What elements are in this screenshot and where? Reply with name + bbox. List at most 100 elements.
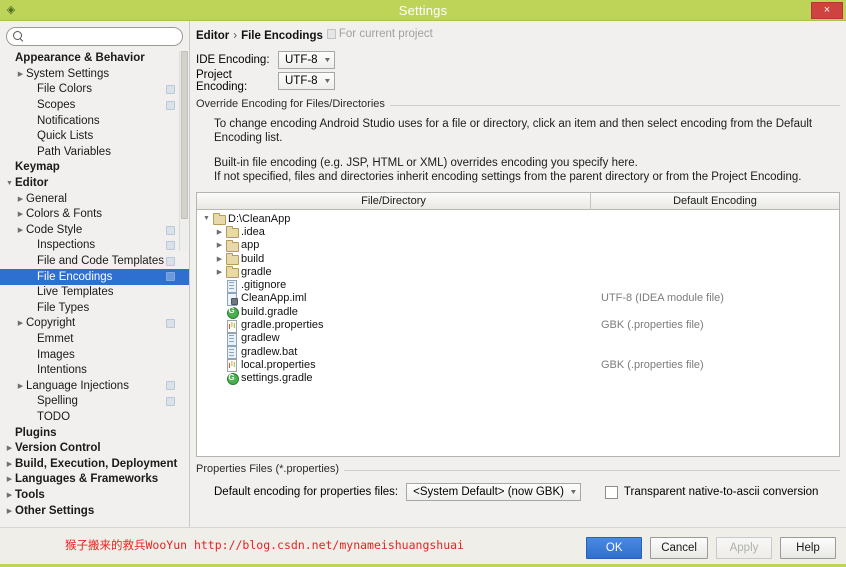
table-row[interactable]: .gitignore <box>197 278 839 293</box>
cell-file-directory[interactable]: gradlew <box>197 332 591 346</box>
table-row[interactable]: ▶ gradle <box>197 265 839 279</box>
cell-file-directory[interactable]: local.properties <box>197 358 591 373</box>
table-row[interactable]: settings.gradle <box>197 372 839 386</box>
sidebar-item-build-execution-deployment[interactable]: ▶ Build, Execution, Deployment <box>0 456 189 472</box>
sidebar-item-label: General <box>26 192 67 205</box>
settings-dialog: ◈ Settings × Appearance & Behavior ▶ Syste… <box>0 0 846 567</box>
sidebar-item-language-injections[interactable]: ▶ Language Injections <box>0 378 189 394</box>
ok-button[interactable]: OK <box>586 536 643 559</box>
chevron-right-icon[interactable]: ▶ <box>15 192 26 207</box>
sidebar-item-system-settings[interactable]: ▶ System Settings <box>0 67 189 83</box>
sidebar-item-other-settings[interactable]: ▶ Other Settings <box>0 503 189 519</box>
chevron-right-icon[interactable]: ▶ <box>4 457 15 472</box>
cell-file-directory[interactable]: gradlew.bat <box>197 346 591 360</box>
table-row[interactable]: CleanApp.iml UTF-8 (IDEA module file) <box>197 292 839 306</box>
cell-file-directory[interactable]: ▶ build <box>197 252 591 266</box>
checkbox-box[interactable] <box>604 485 618 499</box>
sidebar-item-notifications[interactable]: Notifications <box>0 113 189 129</box>
close-icon[interactable]: × <box>811 2 843 19</box>
sidebar-item-images[interactable]: Images <box>0 347 189 363</box>
sidebar-item-path-variables[interactable]: Path Variables <box>0 145 189 161</box>
table-row[interactable]: gradlew <box>197 332 839 346</box>
sidebar-item-todo[interactable]: TODO <box>0 410 189 426</box>
cell-file-directory[interactable]: build.gradle <box>197 305 591 319</box>
search-box[interactable] <box>6 27 183 46</box>
table-row[interactable]: ▶ .idea <box>197 225 839 239</box>
cell-file-directory[interactable]: ▶ app <box>197 239 591 252</box>
sidebar-item-label: Language Injections <box>26 379 129 392</box>
column-header-default-encoding[interactable]: Default Encoding <box>591 193 839 209</box>
sidebar-item-live-templates[interactable]: Live Templates <box>0 285 189 301</box>
chevron-right-icon[interactable]: ▶ <box>214 228 225 236</box>
chevron-right-icon[interactable]: ▶ <box>15 316 26 331</box>
cell-file-directory[interactable]: .gitignore <box>197 279 591 293</box>
cell-file-directory[interactable]: ▶ .idea <box>197 226 591 239</box>
sidebar-item-scopes[interactable]: Scopes <box>0 98 189 114</box>
cell-file-directory[interactable]: gradle.properties <box>197 319 591 333</box>
sidebar-item-colors-fonts[interactable]: ▶ Colors & Fonts <box>0 207 189 223</box>
chevron-right-icon[interactable]: ▶ <box>4 504 15 519</box>
cell-file-directory[interactable]: ▼ D:\CleanApp <box>197 213 591 226</box>
sidebar-item-plugins[interactable]: Plugins <box>0 425 189 441</box>
sidebar-item-quick-lists[interactable]: Quick Lists <box>0 129 189 145</box>
sidebar-item-emmet[interactable]: Emmet <box>0 332 189 348</box>
chevron-down-icon[interactable]: ▼ <box>4 176 15 191</box>
sidebar-item-inspections[interactable]: Inspections <box>0 238 189 254</box>
chevron-right-icon[interactable]: ▶ <box>214 255 225 263</box>
sidebar-item-file-encodings[interactable]: File Encodings <box>0 269 189 285</box>
table-row[interactable]: ▶ build <box>197 252 839 266</box>
chevron-right-icon[interactable]: ▶ <box>4 488 15 503</box>
table-row[interactable]: ▶ app <box>197 239 839 252</box>
sidebar-item-intentions[interactable]: Intentions <box>0 363 189 379</box>
sidebar-item-appearance-behavior[interactable]: Appearance & Behavior <box>0 51 189 67</box>
sidebar-item-languages-frameworks[interactable]: ▶ Languages & Frameworks <box>0 472 189 488</box>
chevron-right-icon[interactable]: ▶ <box>4 472 15 487</box>
sidebar-item-keymap[interactable]: Keymap <box>0 160 189 176</box>
chevron-right-icon[interactable]: ▶ <box>15 207 26 222</box>
sidebar-item-copyright[interactable]: ▶ Copyright <box>0 316 189 332</box>
sidebar-scrollbar-thumb[interactable] <box>181 51 188 219</box>
table-row[interactable]: local.properties GBK (.properties file) <box>197 358 839 373</box>
sidebar-item-file-colors[interactable]: File Colors <box>0 82 189 98</box>
sidebar-item-editor[interactable]: ▼ Editor <box>0 176 189 192</box>
sidebar-item-spelling[interactable]: Spelling <box>0 394 189 410</box>
sidebar-item-file-and-code-templates[interactable]: File and Code Templates <box>0 254 189 270</box>
table-row[interactable]: ▼ D:\CleanApp <box>197 212 839 226</box>
chevron-down-icon[interactable]: ▼ <box>201 215 212 222</box>
sidebar-item-version-control[interactable]: ▶ Version Control <box>0 441 189 457</box>
sidebar-item-code-style[interactable]: ▶ Code Style <box>0 223 189 239</box>
cell-default-encoding[interactable]: UTF-8 (IDEA module file) <box>591 292 839 304</box>
search-input[interactable] <box>27 30 176 43</box>
file-name-label: local.properties <box>241 358 316 371</box>
cell-file-directory[interactable]: ▶ gradle <box>197 266 591 279</box>
file-name-label: build <box>241 252 265 265</box>
chevron-right-icon[interactable]: ▶ <box>15 223 26 238</box>
cancel-button[interactable]: Cancel <box>650 536 708 559</box>
column-header-file-directory[interactable]: File/Directory <box>197 193 591 209</box>
sidebar-item-file-types[interactable]: File Types <box>0 301 189 317</box>
table-row[interactable]: gradle.properties GBK (.properties file) <box>197 318 839 333</box>
project-encoding-dropdown[interactable]: UTF-8 ▼ <box>278 72 335 90</box>
cell-default-encoding[interactable]: GBK (.properties file) <box>591 359 839 371</box>
sidebar-item-tools[interactable]: ▶ Tools <box>0 488 189 504</box>
chevron-right-icon[interactable]: ▶ <box>4 441 15 456</box>
help-button[interactable]: Help <box>780 536 836 559</box>
transparent-conversion-checkbox[interactable]: Transparent native-to-ascii conversion <box>604 485 818 499</box>
table-row[interactable]: gradlew.bat <box>197 345 839 360</box>
cell-file-directory[interactable]: settings.gradle <box>197 372 591 386</box>
sidebar-scrollbar[interactable] <box>179 51 188 251</box>
sidebar-item-general[interactable]: ▶ General <box>0 191 189 207</box>
sidebar-item-label: Path Variables <box>37 145 111 158</box>
chevron-right-icon[interactable]: ▶ <box>214 268 225 276</box>
table-body[interactable]: ▼ D:\CleanApp ▶ .idea ▶ app ▶ build ▶ gradle .giti… <box>197 210 839 456</box>
sidebar-tree[interactable]: Appearance & Behavior ▶ System Settings Fil… <box>0 50 189 527</box>
cell-file-directory[interactable]: CleanApp.iml <box>197 292 591 306</box>
properties-encoding-dropdown[interactable]: <System Default> (now GBK) ▼ <box>406 483 581 501</box>
cell-default-encoding[interactable]: GBK (.properties file) <box>591 319 839 331</box>
chevron-right-icon[interactable]: ▶ <box>15 67 26 82</box>
table-row[interactable]: build.gradle <box>197 305 839 319</box>
chevron-right-icon[interactable]: ▶ <box>15 379 26 394</box>
ide-encoding-dropdown[interactable]: UTF-8 ▼ <box>278 51 335 69</box>
chevron-right-icon[interactable]: ▶ <box>214 241 225 249</box>
breadcrumb-parent[interactable]: Editor <box>196 30 229 42</box>
